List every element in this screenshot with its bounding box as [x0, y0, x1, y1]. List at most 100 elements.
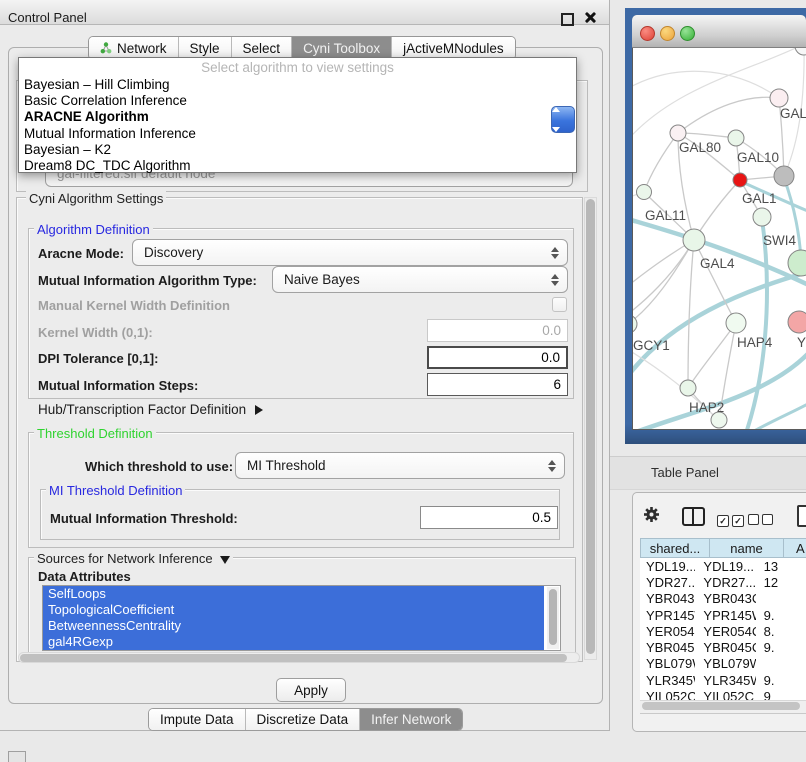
node-gal1-red[interactable]	[733, 173, 747, 187]
network-view-titlebar[interactable]	[632, 15, 806, 48]
algorithm-option[interactable]: Dream8 DC_TDC Algorithm	[19, 158, 576, 174]
bottom-tab-impute-data[interactable]: Impute Data	[149, 709, 246, 730]
tab-network[interactable]: Network	[89, 37, 179, 59]
attribute-item[interactable]: BetweennessCentrality	[43, 618, 544, 634]
table-row[interactable]: YPR145WYPR145W9.	[640, 607, 806, 623]
network-edge[interactable]	[745, 219, 767, 429]
attribute-item[interactable]: TopologicalCoefficient	[43, 602, 544, 618]
table-row[interactable]: YLR345WYLR345W9.	[640, 672, 806, 688]
table-cell: 12	[756, 575, 806, 590]
gear-icon[interactable]	[643, 506, 660, 528]
dpi-tolerance-field[interactable]: 0.0	[427, 346, 568, 369]
table-row[interactable]: YBR043CYBR043C	[640, 591, 806, 607]
manual-kernel-checkbox[interactable]	[552, 297, 567, 312]
node-gal10[interactable]	[728, 130, 744, 146]
table-row[interactable]: YBL079WYBL079W	[640, 656, 806, 672]
tab-style[interactable]: Style	[179, 37, 232, 59]
node-label-gal80: GAL80	[679, 140, 721, 155]
network-edge[interactable]	[784, 178, 801, 261]
tab-select[interactable]: Select	[232, 37, 293, 59]
algorithm-option[interactable]: Mutual Information Inference	[19, 126, 576, 142]
network-edge[interactable]	[644, 133, 678, 192]
combo-focused-arrow-button[interactable]	[551, 106, 575, 133]
node-gal80[interactable]	[670, 125, 686, 141]
column-header[interactable]: shared...	[640, 538, 710, 558]
algorithm-option[interactable]: ARACNE Algorithm	[19, 109, 576, 125]
table-panel-title: Table Panel	[651, 465, 719, 480]
algorithm-option[interactable]: Bayesian – K2	[19, 142, 576, 158]
table-cell: YBR045C	[695, 640, 755, 655]
table-row[interactable]: YER054CYER054C8.	[640, 623, 806, 639]
apply-button[interactable]: Apply	[276, 678, 346, 702]
mi-type-combobox[interactable]: Naive Bayes	[272, 266, 568, 293]
node-gal4[interactable]	[683, 229, 705, 251]
table-row[interactable]: YBR045CYBR045C9.	[640, 639, 806, 655]
node-hap4[interactable]	[726, 313, 746, 333]
column-header[interactable]: name	[710, 538, 784, 558]
select-all-icon[interactable]: ✓✓	[717, 511, 747, 529]
tab-jactivemnodules[interactable]: jActiveMNodules	[392, 37, 515, 59]
network-edge[interactable]	[678, 133, 736, 138]
table-row[interactable]: YDL19...YDL19...13	[640, 558, 806, 574]
table-row[interactable]: YDR27...YDR27...12	[640, 574, 806, 590]
node-label-gal: GAL	[780, 106, 806, 121]
algorithm-option[interactable]: Basic Correlation Inference	[19, 93, 576, 109]
node-gal1[interactable]	[753, 208, 771, 226]
columns-icon[interactable]	[682, 507, 705, 526]
table-cell: YBL079W	[640, 656, 695, 671]
mi-threshold-label: Mutual Information Threshold:	[50, 511, 238, 526]
hub-definition-toggle[interactable]: Hub/Transcription Factor Definition	[38, 402, 263, 417]
deselect-all-icon[interactable]	[748, 512, 776, 530]
kernel-width-field[interactable]: 0.0	[427, 319, 568, 342]
settings-horizontal-scrollbar-thumb[interactable]	[20, 654, 567, 662]
mi-threshold-field[interactable]: 0.5	[420, 506, 558, 529]
network-edge[interactable]	[688, 323, 736, 388]
network-edge[interactable]	[688, 240, 694, 388]
table-cell: YDL19...	[640, 559, 695, 574]
node-label-gal4: GAL4	[700, 256, 735, 271]
attribute-list-scrollbar-thumb[interactable]	[549, 589, 557, 645]
table-cell: YBR045C	[640, 640, 695, 655]
network-edge[interactable]	[633, 71, 779, 98]
aracne-mode-value: Discovery	[144, 245, 203, 260]
data-attributes-label: Data Attributes	[38, 569, 131, 584]
tab-cyni-toolbox[interactable]: Cyni Toolbox	[292, 37, 392, 59]
network-canvas[interactable]: GALGAL80GAL10GAL1SWI4GAL11GAL4GCY1HAP4YH…	[633, 48, 806, 429]
table-cell: 9.	[756, 640, 806, 655]
column-header[interactable]: A	[784, 538, 806, 558]
network-edge[interactable]	[633, 240, 694, 316]
node-label-gcy1: GCY1	[633, 338, 670, 353]
settings-vertical-scrollbar-thumb[interactable]	[586, 199, 595, 654]
node-swi4[interactable]	[788, 250, 806, 276]
aracne-mode-combobox[interactable]: Discovery	[132, 239, 568, 266]
node-gray[interactable]	[774, 166, 794, 186]
table-row[interactable]: YIL052CYIL052C9	[640, 688, 806, 700]
float-window-icon[interactable]	[561, 13, 574, 26]
minimize-traffic-light-icon[interactable]	[660, 26, 675, 41]
network-edge[interactable]	[633, 218, 806, 288]
mi-type-label: Mutual Information Algorithm Type:	[38, 273, 257, 288]
zoom-traffic-light-icon[interactable]	[680, 26, 695, 41]
sources-group-title[interactable]: Sources for Network Inference	[34, 551, 233, 566]
mi-steps-label: Mutual Information Steps:	[38, 378, 198, 393]
close-traffic-light-icon[interactable]	[640, 26, 655, 41]
table-horizontal-scrollbar-thumb[interactable]	[642, 702, 800, 710]
attribute-item[interactable]: gal4RGexp	[43, 634, 544, 650]
form-icon[interactable]	[797, 505, 806, 527]
node-hap2[interactable]	[680, 380, 696, 396]
attribute-item[interactable]: SelfLoops	[43, 586, 544, 602]
close-icon[interactable]	[584, 11, 597, 24]
node-salmon[interactable]	[788, 311, 806, 333]
bottom-tab-discretize-data[interactable]: Discretize Data	[246, 709, 361, 730]
node-top-partial[interactable]	[795, 48, 806, 55]
which-threshold-combobox[interactable]: MI Threshold	[235, 452, 565, 479]
node-gal11[interactable]	[637, 185, 652, 200]
table-cell: 8.	[756, 624, 806, 639]
node-gal-top[interactable]	[770, 89, 788, 107]
network-edge[interactable]	[678, 97, 779, 133]
mi-steps-field[interactable]: 6	[427, 373, 568, 396]
node-label-hap4: HAP4	[737, 335, 773, 350]
bottom-tab-infer-network[interactable]: Infer Network	[360, 709, 462, 730]
algorithm-option[interactable]: Bayesian – Hill Climbing	[19, 77, 576, 93]
data-attributes-list[interactable]: SelfLoopsTopologicalCoefficientBetweenne…	[42, 585, 561, 651]
